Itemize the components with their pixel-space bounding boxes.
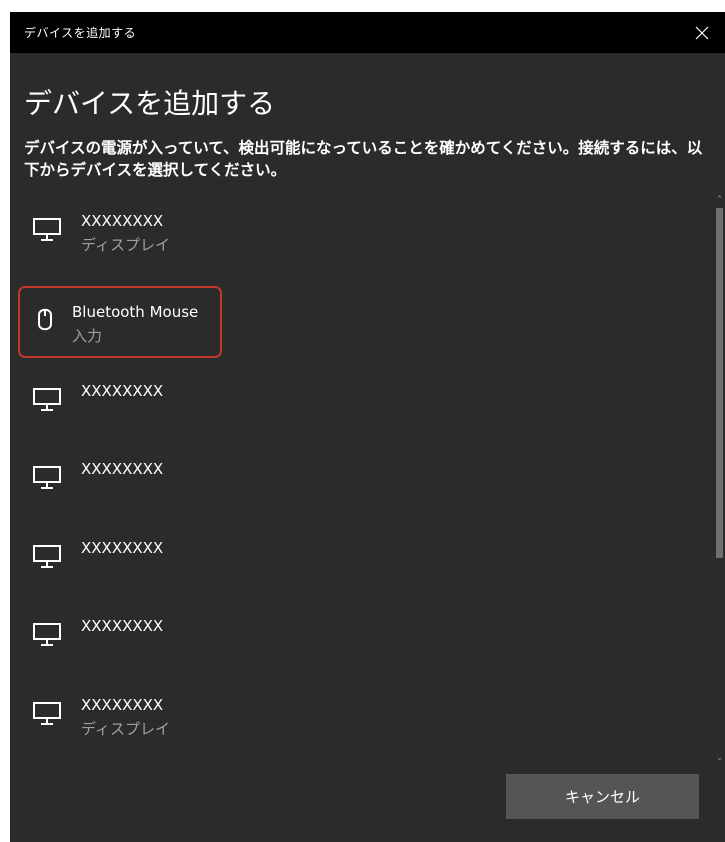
device-name: XXXXXXXX [81, 539, 164, 557]
device-type: ディスプレイ [81, 720, 170, 738]
scroll-up-arrow-icon[interactable]: ⌃ [714, 194, 725, 206]
device-name: Bluetooth Mouse [72, 303, 199, 321]
scrollbar-thumb[interactable] [716, 208, 723, 558]
title-bar: デバイスを追加する [10, 12, 725, 53]
cancel-button[interactable]: キャンセル [506, 774, 699, 819]
device-item[interactable]: XXXXXXXX ディスプレイ [20, 688, 220, 746]
device-name: XXXXXXXX [81, 617, 164, 635]
monitor-icon [33, 388, 61, 411]
device-item[interactable]: XXXXXXXX [20, 531, 220, 589]
device-name: XXXXXXXX [81, 382, 164, 400]
mouse-icon [38, 308, 52, 331]
device-item[interactable]: XXXXXXXX [20, 609, 220, 667]
device-type: ディスプレイ [81, 236, 170, 254]
monitor-icon [33, 702, 61, 725]
device-name: XXXXXXXX [81, 212, 164, 230]
monitor-icon [33, 466, 61, 489]
window-title: デバイスを追加する [24, 26, 137, 40]
device-name: XXXXXXXX [81, 696, 164, 714]
close-icon [695, 26, 709, 39]
device-type: 入力 [72, 327, 103, 345]
device-item[interactable]: XXXXXXXX [20, 374, 220, 432]
device-list-scrollbar[interactable]: ⌃ ⌄ [714, 194, 725, 764]
device-list: XXXXXXXX ディスプレイ Bluetooth Mouse 入力 XXXXX… [10, 194, 710, 764]
scroll-down-arrow-icon[interactable]: ⌄ [714, 752, 725, 764]
page-title: デバイスを追加する [24, 87, 276, 120]
device-item[interactable]: XXXXXXXX ディスプレイ [20, 204, 220, 262]
monitor-icon [33, 623, 61, 646]
device-item-bluetooth-mouse[interactable]: Bluetooth Mouse 入力 [18, 286, 222, 358]
monitor-icon [33, 545, 61, 568]
close-button[interactable] [679, 12, 725, 53]
device-item[interactable]: XXXXXXXX [20, 452, 220, 510]
monitor-icon [33, 218, 61, 241]
instructions-text: デバイスの電源が入っていて、検出可能になっていることを確かめてください。接続する… [24, 139, 703, 179]
add-device-dialog: デバイスを追加する デバイスを追加する デバイスの電源が入っていて、検出可能にな… [10, 12, 725, 842]
device-name: XXXXXXXX [81, 460, 164, 478]
